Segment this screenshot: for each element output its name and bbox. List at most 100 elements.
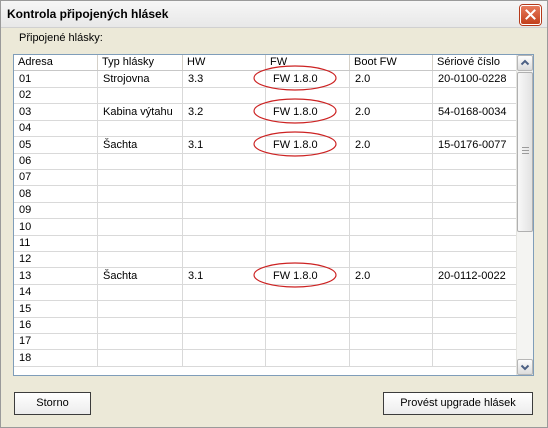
cell-boot-fw-text: 2.0 — [355, 269, 371, 282]
table-row[interactable]: 11 — [14, 235, 517, 252]
cell-address-text: 11 — [19, 237, 31, 249]
cell-serial: 15-0176-0077 — [433, 137, 517, 153]
table-row[interactable]: 01 Strojovna 3.3 FW 1.8.0 2.0 20-0100-0228 — [14, 65, 517, 91]
column-header-boot-fw[interactable]: Boot FW — [350, 55, 433, 70]
cell-hw — [183, 333, 266, 350]
column-header-fw[interactable]: FW — [266, 55, 350, 70]
cell-boot-fw — [350, 333, 433, 350]
cell-fw — [266, 120, 350, 137]
cell-fw: FW 1.8.0 — [253, 130, 350, 157]
table-row[interactable]: 09 — [14, 202, 517, 220]
cell-hw-text: 3.1 — [188, 138, 204, 151]
cell-type — [98, 153, 183, 169]
table-row[interactable]: 10 — [14, 218, 517, 236]
cell-serial-text: 20-0112-0022 — [438, 269, 506, 282]
table-row[interactable]: 02 — [14, 87, 517, 105]
column-header-address[interactable]: Adresa — [14, 55, 98, 70]
cell-boot-fw — [350, 169, 433, 186]
cell-type — [98, 218, 183, 235]
cell-serial-text: 20-0100-0228 — [438, 73, 507, 85]
scroll-up-button[interactable] — [517, 55, 533, 71]
cell-fw: FW 1.8.0 — [253, 262, 350, 288]
cell-fw — [266, 300, 350, 317]
cell-fw — [266, 284, 350, 301]
chevron-down-icon — [520, 364, 530, 371]
close-button[interactable] — [520, 5, 541, 25]
cell-type: Šachta — [98, 267, 183, 284]
cell-address: 13 — [14, 267, 98, 284]
cell-type — [98, 169, 183, 186]
cancel-button[interactable]: Storno — [14, 392, 91, 415]
cell-boot-fw — [350, 251, 433, 268]
cell-boot-fw — [350, 185, 433, 202]
scroll-down-button[interactable] — [517, 359, 533, 375]
cell-address-text: 13 — [19, 269, 32, 282]
table-row[interactable]: 17 — [14, 333, 517, 351]
cell-hw-text: 3.2 — [188, 105, 204, 118]
cell-fw — [266, 169, 350, 186]
cell-serial — [433, 350, 517, 366]
table-row[interactable]: 18 — [14, 349, 517, 367]
cell-serial — [433, 87, 517, 103]
table-row[interactable]: 13 Šachta 3.1 FW 1.8.0 2.0 20-0112-0022 — [14, 262, 517, 288]
cell-fw-text: FW 1.8.0 — [273, 138, 318, 151]
cell-serial — [433, 317, 517, 333]
table-row[interactable]: 08 — [14, 185, 517, 203]
cell-serial: 54-0168-0034 — [433, 104, 517, 120]
vertical-scrollbar[interactable] — [516, 55, 533, 375]
table-row[interactable]: 12 — [14, 251, 517, 269]
column-header-serial[interactable]: Sériové číslo — [433, 55, 517, 70]
cell-address: 16 — [14, 317, 98, 333]
cell-serial — [433, 202, 517, 218]
cell-address: 17 — [14, 333, 98, 350]
cell-boot-fw — [350, 235, 433, 251]
cell-serial — [433, 301, 517, 317]
cell-address: 01 — [14, 71, 98, 87]
cell-address: 03 — [14, 103, 98, 120]
table-row[interactable]: 06 — [14, 153, 517, 170]
cell-type — [98, 235, 183, 251]
cell-type-text: Kabina výtahu — [103, 105, 173, 118]
table-row[interactable]: 14 — [14, 284, 517, 302]
cell-fw — [266, 185, 350, 202]
cell-hw: 3.2 — [183, 103, 266, 120]
cell-address: 05 — [14, 136, 98, 153]
cell-serial — [433, 235, 517, 251]
cell-hw-text: 3.1 — [188, 269, 204, 282]
cell-type — [98, 300, 183, 317]
column-header-hw[interactable]: HW — [183, 55, 266, 70]
cell-hw — [183, 317, 266, 333]
cell-boot-fw — [350, 284, 433, 301]
cell-address-text: 02 — [19, 89, 32, 102]
cell-hw: 3.1 — [183, 267, 266, 284]
table-row[interactable]: 16 — [14, 317, 517, 334]
scrollbar-thumb[interactable] — [517, 72, 533, 232]
table-row[interactable]: 05 Šachta 3.1 FW 1.8.0 2.0 15-0176-0077 — [14, 130, 517, 157]
close-icon — [525, 9, 536, 20]
column-header-type[interactable]: Typ hlásky — [98, 55, 183, 70]
cell-address-text: 12 — [19, 253, 32, 266]
cell-type — [98, 251, 183, 268]
cell-hw — [183, 349, 266, 366]
cell-boot-fw: 2.0 — [350, 71, 433, 87]
cell-boot-fw — [350, 87, 433, 104]
cell-fw — [266, 87, 350, 104]
cell-boot-fw-text: 2.0 — [355, 105, 371, 118]
title-bar[interactable]: Kontrola připojených hlásek — [1, 1, 547, 28]
cell-hw — [183, 87, 266, 104]
cell-type — [98, 333, 183, 350]
cell-address: 18 — [14, 349, 98, 366]
devices-table[interactable]: Adresa Typ hlásky HW FW Boot FW Sériové … — [13, 54, 534, 376]
cell-fw — [266, 218, 350, 235]
table-row[interactable]: 03 Kabina výtahu 3.2 FW 1.8.0 2.0 54-0168-003… — [14, 98, 517, 124]
cell-boot-fw — [350, 300, 433, 317]
cell-address: 08 — [14, 185, 98, 202]
table-row[interactable]: 07 — [14, 169, 517, 187]
cell-type: Strojovna — [98, 71, 183, 87]
table-row[interactable]: 04 — [14, 120, 517, 138]
cell-address: 11 — [14, 235, 98, 251]
upgrade-devices-button[interactable]: Provést upgrade hlásek — [383, 392, 533, 415]
cell-address: 02 — [14, 87, 98, 104]
table-row[interactable]: 15 — [14, 300, 517, 318]
cell-serial: 20-0112-0022 — [433, 268, 517, 284]
